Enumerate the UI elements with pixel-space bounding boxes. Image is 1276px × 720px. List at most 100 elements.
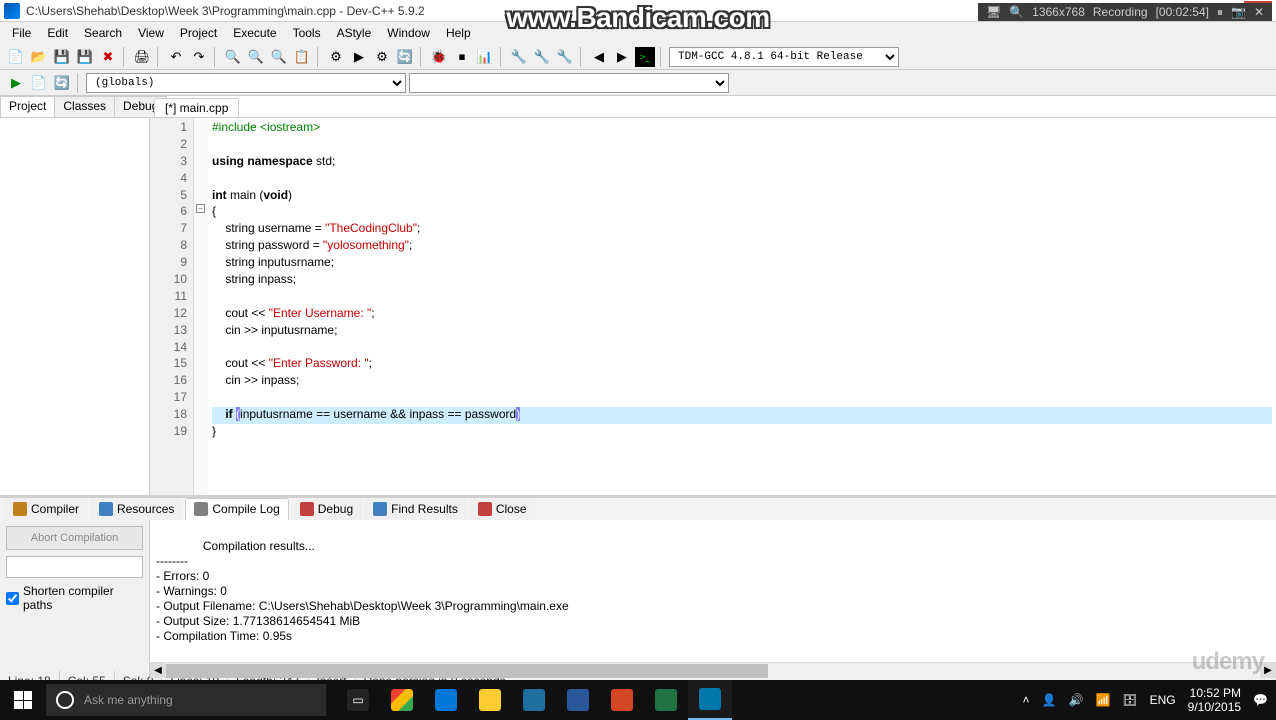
debug-button[interactable]: 🐞	[429, 47, 449, 67]
editor-panel: [*] main.cpp 123456789101112131415161718…	[150, 96, 1276, 495]
run-button[interactable]: ▶	[349, 47, 369, 67]
tray-notifications-icon[interactable]: 💬	[1253, 693, 1268, 707]
side-tab-classes[interactable]: Classes	[54, 96, 115, 117]
menu-astyle[interactable]: AStyle	[329, 24, 380, 42]
shorten-paths-label: Shorten compiler paths	[23, 584, 143, 612]
rec-status: Recording	[1093, 5, 1148, 19]
taskbar-chrome[interactable]	[380, 680, 424, 720]
goto-button[interactable]: 📋	[292, 47, 312, 67]
compile-log-output[interactable]: Compilation results... -------- - Errors…	[150, 520, 1276, 678]
run-icon[interactable]: ▶	[6, 73, 26, 93]
tool1-button[interactable]: 🔧	[509, 47, 529, 67]
output-tab-find-results[interactable]: Find Results	[364, 498, 467, 520]
print-button[interactable]: 🖨	[132, 47, 152, 67]
output-tab-resources[interactable]: Resources	[90, 498, 183, 520]
output-tab-compile-log[interactable]: Compile Log	[185, 498, 288, 520]
shorten-paths-checkbox[interactable]: Shorten compiler paths	[6, 584, 143, 612]
output-tab-compiler[interactable]: Compiler	[4, 498, 88, 520]
tray-clock[interactable]: 10:52 PM 9/10/2015	[1188, 686, 1241, 715]
toggle-bookmark-button[interactable]: ▶	[612, 47, 632, 67]
pause-icon[interactable]: ⏸	[1217, 5, 1223, 20]
side-tab-project[interactable]: Project	[0, 96, 55, 117]
rec-close-icon[interactable]: ✕	[1254, 5, 1264, 19]
taskbar-powerpoint[interactable]	[600, 680, 644, 720]
file-tab-main[interactable]: [*] main.cpp	[154, 98, 239, 117]
start-button[interactable]	[0, 680, 46, 720]
scroll-thumb[interactable]	[166, 664, 768, 678]
compile-run-button[interactable]: ⚙	[372, 47, 392, 67]
tray-lang[interactable]: ENG	[1150, 693, 1176, 707]
scroll-left-icon[interactable]: ◀	[150, 663, 166, 679]
find-button[interactable]: 🔍	[223, 47, 243, 67]
side-tabs: ProjectClassesDebug	[0, 96, 149, 118]
save-button[interactable]: 💾	[52, 47, 72, 67]
tray-date: 9/10/2015	[1188, 700, 1241, 714]
taskbar-store[interactable]	[512, 680, 556, 720]
rebuild-button[interactable]: 🔄	[395, 47, 415, 67]
menu-tools[interactable]: Tools	[285, 24, 329, 42]
tray-people-icon[interactable]: 👤	[1042, 693, 1057, 707]
taskbar-task-view[interactable]: ▭	[336, 680, 380, 720]
edge-icon	[435, 689, 457, 711]
goto-bookmark-button[interactable]: ◀	[589, 47, 609, 67]
taskbar-edge[interactable]	[424, 680, 468, 720]
tray-volume-icon[interactable]: 🔊	[1069, 693, 1084, 707]
tab-icon	[373, 502, 387, 516]
cortana-search[interactable]: Ask me anything	[46, 684, 326, 716]
taskbar-word[interactable]	[556, 680, 600, 720]
fold-toggle-icon[interactable]: −	[196, 204, 205, 213]
cmd-button[interactable]: >_	[635, 47, 655, 67]
tray-network-icon[interactable]: 📶	[1095, 693, 1110, 707]
rec-time: [00:02:54]	[1156, 5, 1209, 19]
tab-icon	[13, 502, 27, 516]
redo-button[interactable]: ↷	[189, 47, 209, 67]
shorten-paths-input[interactable]	[6, 592, 19, 605]
menu-window[interactable]: Window	[379, 24, 438, 42]
app-icon	[4, 3, 20, 19]
fold-column[interactable]: −	[194, 118, 208, 495]
undo-button[interactable]: ↶	[166, 47, 186, 67]
compile-button[interactable]: ⚙	[326, 47, 346, 67]
close-file-button[interactable]: ✖	[98, 47, 118, 67]
tool3-button[interactable]: 🔧	[555, 47, 575, 67]
code-editor[interactable]: 12345678910111213141516171819 − #include…	[150, 118, 1276, 495]
output-tab-close[interactable]: Close	[469, 498, 536, 520]
task-view-icon: ▭	[347, 689, 369, 711]
scroll-right-icon[interactable]: ▶	[1260, 663, 1276, 679]
profile-button[interactable]: 📊	[475, 47, 495, 67]
save-all-button[interactable]: 💾	[75, 47, 95, 67]
new-class-button[interactable]: 📄	[29, 73, 49, 93]
member-select[interactable]	[409, 73, 729, 93]
output-tab-debug[interactable]: Debug	[291, 498, 362, 520]
menu-view[interactable]: View	[130, 24, 172, 42]
file-tabs: [*] main.cpp	[150, 96, 1276, 118]
menu-execute[interactable]: Execute	[225, 24, 284, 42]
system-tray[interactable]: ˄ 👤 🔊 📶 🗄 ENG 10:52 PM 9/10/2015 💬	[1023, 686, 1276, 715]
menu-file[interactable]: File	[4, 24, 39, 42]
output-hscrollbar[interactable]: ◀ ▶	[150, 662, 1276, 678]
scope-select[interactable]: (globals)	[86, 73, 406, 93]
compiler-select[interactable]: TDM-GCC 4.8.1 64-bit Release	[669, 47, 899, 67]
refresh-button[interactable]: 🔄	[52, 73, 72, 93]
open-button[interactable]: 📂	[29, 47, 49, 67]
taskbar-excel[interactable]	[644, 680, 688, 720]
taskbar: Ask me anything ▭ ˄ 👤 🔊 📶 🗄 ENG 10:52 PM…	[0, 680, 1276, 720]
side-panel: ProjectClassesDebug	[0, 96, 150, 495]
taskbar-devcpp[interactable]	[688, 680, 732, 720]
tray-battery-icon[interactable]: 🗄	[1122, 693, 1137, 707]
menu-search[interactable]: Search	[76, 24, 130, 42]
taskbar-file-explorer[interactable]	[468, 680, 512, 720]
tool2-button[interactable]: 🔧	[532, 47, 552, 67]
menu-project[interactable]: Project	[172, 24, 225, 42]
search-icon: 🔍	[1009, 5, 1024, 19]
new-file-button[interactable]: 📄	[6, 47, 26, 67]
stop-button[interactable]: ⏹	[452, 47, 472, 67]
replace-button[interactable]: 🔍	[246, 47, 266, 67]
camera-icon[interactable]: 📷	[1231, 5, 1246, 19]
find-in-files-button[interactable]: 🔍	[269, 47, 289, 67]
menu-edit[interactable]: Edit	[39, 24, 76, 42]
tray-chevron-icon[interactable]: ˄	[1023, 693, 1030, 707]
code-lines[interactable]: #include <iostream>using namespace std;i…	[208, 118, 1276, 495]
menu-help[interactable]: Help	[438, 24, 479, 42]
search-placeholder: Ask me anything	[84, 693, 173, 707]
